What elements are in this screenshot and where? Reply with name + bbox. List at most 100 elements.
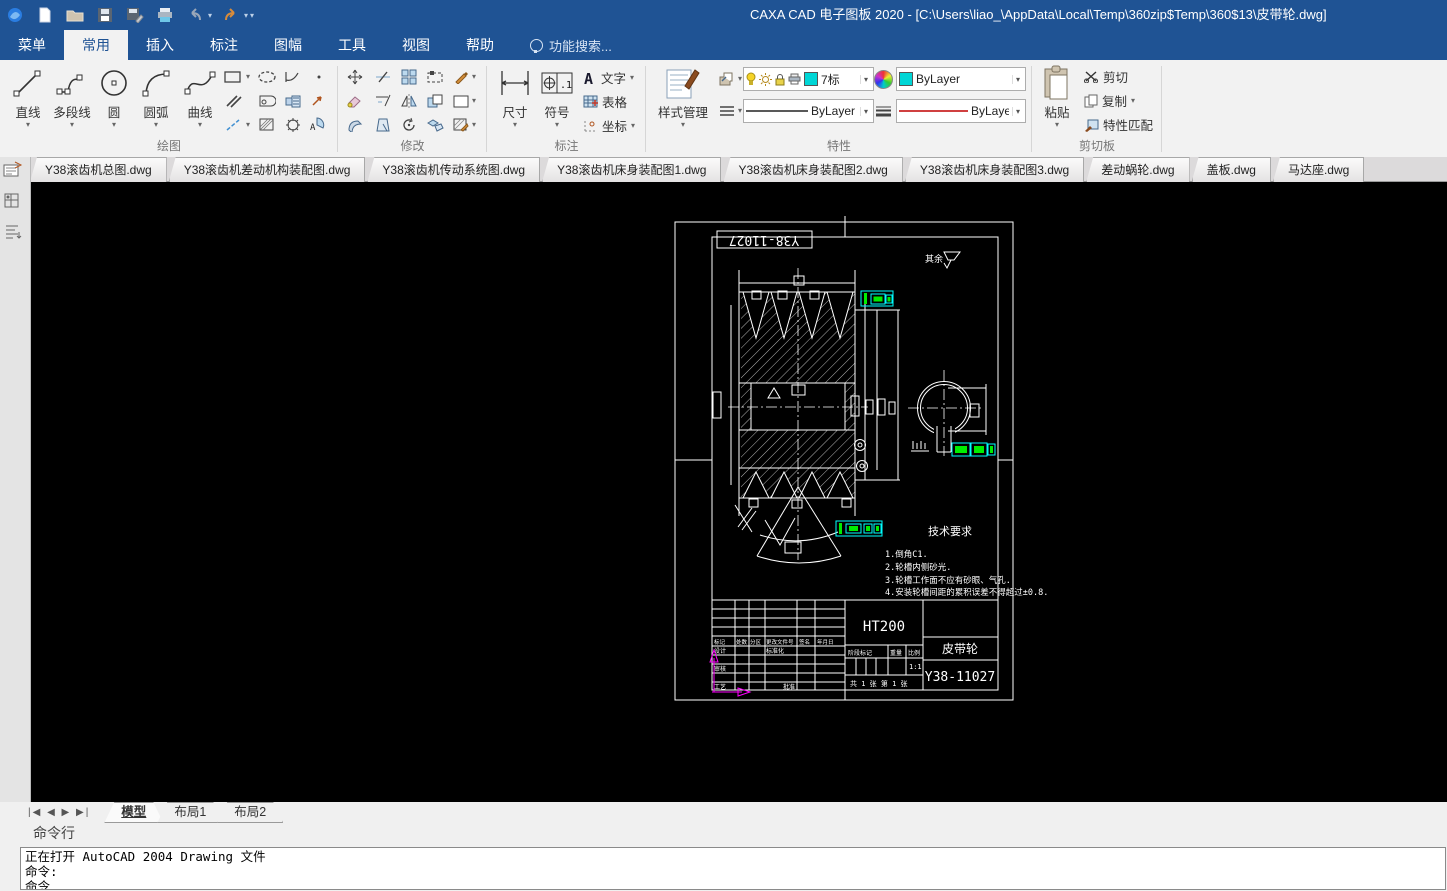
axis-line-icon[interactable] xyxy=(222,114,244,136)
doc-tab[interactable]: Y38滚齿机床身装配图2.dwg xyxy=(723,157,903,182)
app-logo-icon[interactable] xyxy=(4,4,26,26)
doc-tab[interactable]: Y38滚齿机床身装配图3.dwg xyxy=(904,157,1085,182)
gear-tool-icon[interactable] xyxy=(282,114,304,136)
hatch-edit-icon[interactable] xyxy=(450,114,472,136)
style-manager-button[interactable]: 样式管理 ▾ xyxy=(652,64,714,129)
save-icon[interactable] xyxy=(94,4,116,26)
lineweight-combo[interactable]: ByLayer ▾ xyxy=(896,99,1026,123)
modify-dd2-icon[interactable]: ▾ xyxy=(472,96,476,105)
doc-tab[interactable]: 马达座.dwg xyxy=(1272,157,1365,182)
doc-tab[interactable]: 盖板.dwg xyxy=(1191,157,1271,182)
layer-tool-dd-icon[interactable]: ▾ xyxy=(738,74,742,83)
axis-dropdown-icon[interactable]: ▾ xyxy=(246,120,250,129)
arc-button[interactable]: 圆弧 ▾ xyxy=(134,64,178,129)
svg-text:其余: 其余 xyxy=(925,253,943,265)
trim-icon[interactable] xyxy=(372,66,394,88)
menu-tab-view[interactable]: 视图 xyxy=(384,30,448,60)
stretch-icon[interactable] xyxy=(424,66,446,88)
lineweight-tool-icon[interactable] xyxy=(872,100,894,122)
copy-button[interactable]: 复制 ▾ xyxy=(1084,91,1135,110)
curve-button[interactable]: 曲线 ▾ xyxy=(178,64,222,129)
match-properties-button[interactable]: 特性匹配 xyxy=(1084,115,1153,134)
paste-button[interactable]: 粘贴 ▾ xyxy=(1036,64,1078,129)
blank-rect-icon[interactable] xyxy=(450,90,472,112)
text-pie-icon[interactable]: A xyxy=(306,114,328,136)
color-combo-arrow-icon: ▾ xyxy=(1011,74,1023,84)
move-icon[interactable] xyxy=(344,66,366,88)
line-button[interactable]: 直线 ▾ xyxy=(6,64,50,129)
drawing-canvas[interactable]: Y38-11027 其余 技术要求 1.倒角C1. 2.轮槽内侧砂光. 3.轮槽… xyxy=(0,182,1447,802)
hole-plate-icon[interactable] xyxy=(256,90,278,112)
coordinate-button[interactable]: 坐标 ▾ xyxy=(583,116,635,135)
color-wheel-icon[interactable] xyxy=(872,68,894,90)
panel-layer-icon[interactable] xyxy=(3,192,25,208)
dimension-button[interactable]: 尺寸 ▾ xyxy=(495,64,535,129)
tab-nav-arrows[interactable]: |◀ ◀ ▶ ▶| xyxy=(28,807,90,818)
linetype-combo[interactable]: ByLayer ▾ xyxy=(743,99,874,123)
modify-dd1-icon[interactable]: ▾ xyxy=(472,72,476,81)
save-as-icon[interactable] xyxy=(124,4,146,26)
cut-button[interactable]: 剪切 xyxy=(1084,67,1128,86)
polyline-button[interactable]: 多段线 ▾ xyxy=(50,64,94,129)
svg-text:3.轮槽工作面不应有砂眼、气孔.: 3.轮槽工作面不应有砂眼、气孔. xyxy=(885,575,1011,586)
layer-combo[interactable]: 7标 ▾ xyxy=(743,67,874,91)
tab-model[interactable]: 模型 xyxy=(104,802,163,823)
point-tool-icon[interactable] xyxy=(308,66,330,88)
rectangle-tool-icon[interactable] xyxy=(222,66,244,88)
doc-tab[interactable]: Y38滚齿机床身装配图1.dwg xyxy=(542,157,722,182)
extend-icon[interactable] xyxy=(372,90,394,112)
highlighted-dimensions[interactable] xyxy=(835,290,996,537)
symbol-button[interactable]: .1 符号 ▾ xyxy=(537,64,577,129)
array-icon[interactable] xyxy=(398,66,420,88)
undo-dropdown-icon[interactable]: ▾ xyxy=(208,11,212,20)
parallel-line-icon[interactable] xyxy=(222,90,244,112)
menu-tab-home[interactable]: 常用 xyxy=(64,30,128,60)
pick-arrow-icon[interactable] xyxy=(306,90,328,112)
bolt-icon[interactable] xyxy=(282,90,304,112)
customize-toolbar-icon[interactable]: ▾ xyxy=(250,11,254,20)
offset-icon[interactable] xyxy=(344,114,366,136)
circle-button[interactable]: 圆 ▾ xyxy=(96,64,132,129)
undo-icon[interactable] xyxy=(184,4,206,26)
shear-icon[interactable] xyxy=(372,114,394,136)
modify-dd3-icon[interactable]: ▾ xyxy=(472,120,476,129)
menu-tab-tools[interactable]: 工具 xyxy=(320,30,384,60)
linetype-tool-icon[interactable] xyxy=(716,100,738,122)
function-search[interactable]: 功能搜索... xyxy=(530,30,612,60)
tab-layout2[interactable]: 布局2 xyxy=(217,802,283,823)
menu-tab-help[interactable]: 帮助 xyxy=(448,30,512,60)
explode-icon[interactable] xyxy=(424,114,446,136)
linetype-tool-dd-icon[interactable]: ▾ xyxy=(738,106,742,115)
layer-tool-icon[interactable] xyxy=(716,68,738,90)
menu-tab-sheet[interactable]: 图幅 xyxy=(256,30,320,60)
doc-tab[interactable]: Y38滚齿机总图.dwg xyxy=(30,157,167,182)
ellipse-tool-icon[interactable] xyxy=(256,66,278,88)
redo-dropdown-icon[interactable]: ▾ xyxy=(244,11,248,20)
open-file-icon[interactable] xyxy=(64,4,86,26)
redo-icon[interactable] xyxy=(220,4,242,26)
hatch-tool-icon[interactable] xyxy=(256,114,278,136)
erase-icon[interactable] xyxy=(344,90,366,112)
doc-tab[interactable]: Y38滚齿机传动系统图.dwg xyxy=(367,157,541,182)
panel-sort-icon[interactable] xyxy=(3,223,25,239)
rectangle-dropdown-icon[interactable]: ▾ xyxy=(246,72,250,81)
menu-item-menu[interactable]: 菜单 xyxy=(0,30,64,60)
new-file-icon[interactable] xyxy=(34,4,56,26)
print-icon[interactable] xyxy=(154,4,176,26)
menu-tab-insert[interactable]: 插入 xyxy=(128,30,192,60)
rotate-icon[interactable] xyxy=(398,114,420,136)
lineweight-combo-arrow-icon: ▾ xyxy=(1011,106,1023,116)
panel-properties-icon[interactable] xyxy=(3,161,25,177)
doc-tab[interactable]: 差动蜗轮.dwg xyxy=(1086,157,1190,182)
tab-layout1[interactable]: 布局1 xyxy=(157,802,223,823)
doc-tab[interactable]: Y38滚齿机差动机构装配图.dwg xyxy=(168,157,366,182)
edit-pencil-icon[interactable] xyxy=(450,66,472,88)
formula-curve-icon[interactable] xyxy=(282,66,304,88)
command-line-box[interactable]: 正在打开 AutoCAD 2004 Drawing 文件 命令: 命令 xyxy=(20,847,1446,890)
color-combo[interactable]: ByLayer ▾ xyxy=(896,67,1026,91)
mirror-icon[interactable] xyxy=(398,90,420,112)
table-button[interactable]: 表格 xyxy=(583,92,627,111)
overlap-icon[interactable] xyxy=(424,90,446,112)
text-button[interactable]: A 文字 ▾ xyxy=(583,68,634,87)
menu-tab-annotate[interactable]: 标注 xyxy=(192,30,256,60)
